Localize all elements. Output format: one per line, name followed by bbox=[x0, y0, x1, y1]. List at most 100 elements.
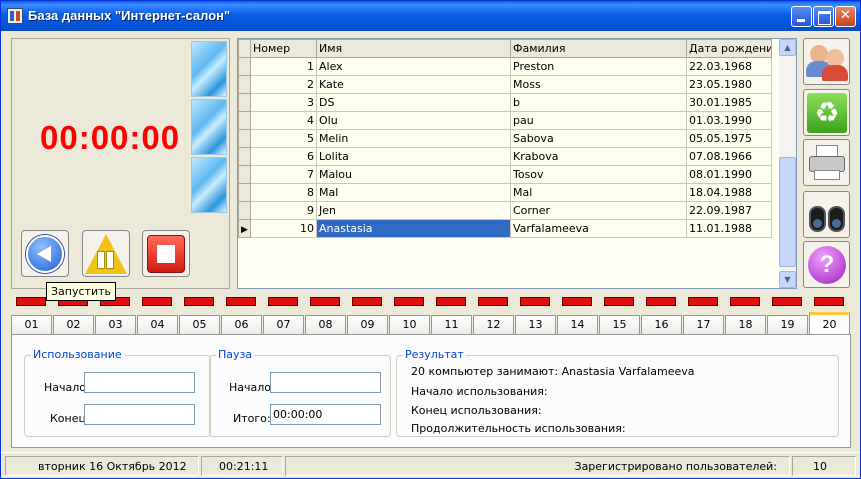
usage-start-field[interactable] bbox=[84, 372, 195, 393]
row-indicator[interactable] bbox=[238, 57, 251, 76]
recycle-button[interactable]: ♻ bbox=[803, 89, 850, 136]
table-row[interactable]: 2 Kate Moss 23.05.1980 bbox=[238, 75, 772, 94]
tab-computer-05[interactable]: 05 bbox=[179, 315, 220, 335]
cell-birth-date[interactable]: 18.04.1988 bbox=[686, 183, 772, 202]
tab-computer-10[interactable]: 10 bbox=[389, 315, 430, 335]
row-indicator[interactable] bbox=[238, 129, 251, 148]
row-indicator[interactable] bbox=[238, 147, 251, 166]
tab-computer-09[interactable]: 09 bbox=[347, 315, 388, 335]
tab-computer-16[interactable]: 16 bbox=[641, 315, 682, 335]
cell-number[interactable]: 5 bbox=[250, 129, 317, 148]
cell-number[interactable]: 9 bbox=[250, 201, 317, 220]
table-row[interactable]: 9 Jen Corner 22.09.1987 bbox=[238, 201, 772, 220]
column-header-first-name[interactable]: Имя bbox=[316, 39, 511, 58]
stop-button[interactable] bbox=[142, 230, 190, 277]
usage-end-field[interactable] bbox=[84, 404, 195, 425]
scroll-down-button[interactable]: ▼ bbox=[779, 271, 796, 288]
cell-number[interactable]: 1 bbox=[250, 57, 317, 76]
minimize-button[interactable] bbox=[791, 6, 812, 27]
help-button[interactable]: ? bbox=[803, 241, 850, 288]
table-row[interactable]: 8 Mal Mal 18.04.1988 bbox=[238, 183, 772, 202]
pause-start-field[interactable] bbox=[270, 372, 381, 393]
cell-number[interactable]: 10 bbox=[250, 219, 317, 238]
cell-birth-date[interactable]: 08.01.1990 bbox=[686, 165, 772, 184]
scroll-up-button[interactable]: ▲ bbox=[779, 39, 796, 56]
table-row[interactable]: 4 Olu pau 01.03.1990 bbox=[238, 111, 772, 130]
row-indicator[interactable] bbox=[238, 93, 251, 112]
cell-last-name[interactable]: pau bbox=[510, 111, 687, 130]
search-button[interactable] bbox=[803, 191, 850, 238]
cell-number[interactable]: 8 bbox=[250, 183, 317, 202]
cell-last-name[interactable]: Varfalameeva bbox=[510, 219, 687, 238]
table-row[interactable]: 1 Alex Preston 22.03.1968 bbox=[238, 57, 772, 76]
cell-birth-date[interactable]: 30.01.1985 bbox=[686, 93, 772, 112]
row-indicator[interactable] bbox=[238, 75, 251, 94]
cell-number[interactable]: 6 bbox=[250, 147, 317, 166]
cell-birth-date[interactable]: 22.03.1968 bbox=[686, 57, 772, 76]
users-button[interactable] bbox=[803, 38, 850, 85]
cell-first-name[interactable]: Anastasia bbox=[316, 219, 511, 238]
tab-computer-15[interactable]: 15 bbox=[599, 315, 640, 335]
tab-computer-18[interactable]: 18 bbox=[725, 315, 766, 335]
column-header-birth-date[interactable]: Дата рождения bbox=[686, 39, 772, 58]
cell-last-name[interactable]: Mal bbox=[510, 183, 687, 202]
cell-first-name[interactable]: Alex bbox=[316, 57, 511, 76]
cell-number[interactable]: 7 bbox=[250, 165, 317, 184]
tab-computer-19[interactable]: 19 bbox=[767, 315, 808, 335]
column-header-number[interactable]: Номер bbox=[250, 39, 317, 58]
cell-first-name[interactable]: Jen bbox=[316, 201, 511, 220]
tab-computer-13[interactable]: 13 bbox=[515, 315, 556, 335]
tab-computer-04[interactable]: 04 bbox=[137, 315, 178, 335]
pause-total-field[interactable] bbox=[270, 404, 381, 425]
cell-number[interactable]: 4 bbox=[250, 111, 317, 130]
cell-first-name[interactable]: Kate bbox=[316, 75, 511, 94]
cell-first-name[interactable]: Melin bbox=[316, 129, 511, 148]
tab-computer-07[interactable]: 07 bbox=[263, 315, 304, 335]
tab-computer-01[interactable]: 01 bbox=[11, 315, 52, 335]
cell-birth-date[interactable]: 07.08.1966 bbox=[686, 147, 772, 166]
cell-birth-date[interactable]: 23.05.1980 bbox=[686, 75, 772, 94]
cell-first-name[interactable]: Olu bbox=[316, 111, 511, 130]
cell-last-name[interactable]: b bbox=[510, 93, 687, 112]
cell-first-name[interactable]: Mal bbox=[316, 183, 511, 202]
tab-computer-12[interactable]: 12 bbox=[473, 315, 514, 335]
tab-computer-02[interactable]: 02 bbox=[53, 315, 94, 335]
table-row[interactable]: 10AnastasiaVarfalameeva11.01.1988 bbox=[238, 219, 772, 238]
cell-number[interactable]: 3 bbox=[250, 93, 317, 112]
cell-last-name[interactable]: Moss bbox=[510, 75, 687, 94]
cell-last-name[interactable]: Sabova bbox=[510, 129, 687, 148]
row-indicator[interactable] bbox=[238, 219, 251, 238]
table-row[interactable]: 5 Melin Sabova 05.05.1975 bbox=[238, 129, 772, 148]
column-header-last-name[interactable]: Фамилия bbox=[510, 39, 687, 58]
cell-first-name[interactable]: Malou bbox=[316, 165, 511, 184]
scroll-thumb[interactable] bbox=[779, 157, 796, 267]
maximize-button[interactable] bbox=[813, 6, 834, 27]
table-row[interactable]: 6 Lolita Krabova 07.08.1966 bbox=[238, 147, 772, 166]
grid-vertical-scrollbar[interactable]: ▲ ▼ bbox=[779, 39, 796, 288]
row-indicator[interactable] bbox=[238, 111, 251, 130]
table-row[interactable]: 3 DS b 30.01.1985 bbox=[238, 93, 772, 112]
tab-computer-14[interactable]: 14 bbox=[557, 315, 598, 335]
row-indicator[interactable] bbox=[238, 183, 251, 202]
cell-number[interactable]: 2 bbox=[250, 75, 317, 94]
tab-computer-17[interactable]: 17 bbox=[683, 315, 724, 335]
title-bar[interactable]: База данных "Интернет-салон" ✕ bbox=[1, 1, 860, 31]
close-button[interactable]: ✕ bbox=[835, 6, 856, 27]
users-grid[interactable]: Номер Имя Фамилия Дата рождения 1 Alex Pre… bbox=[237, 38, 797, 289]
tab-computer-06[interactable]: 06 bbox=[221, 315, 262, 335]
pause-button[interactable] bbox=[82, 230, 130, 277]
cell-last-name[interactable]: Krabova bbox=[510, 147, 687, 166]
cell-first-name[interactable]: DS bbox=[316, 93, 511, 112]
tab-computer-03[interactable]: 03 bbox=[95, 315, 136, 335]
tab-computer-11[interactable]: 11 bbox=[431, 315, 472, 335]
row-indicator[interactable] bbox=[238, 201, 251, 220]
cell-birth-date[interactable]: 05.05.1975 bbox=[686, 129, 772, 148]
cell-birth-date[interactable]: 11.01.1988 bbox=[686, 219, 772, 238]
cell-last-name[interactable]: Preston bbox=[510, 57, 687, 76]
table-row[interactable]: 7 Malou Tosov 08.01.1990 bbox=[238, 165, 772, 184]
row-indicator[interactable] bbox=[238, 165, 251, 184]
cell-last-name[interactable]: Tosov bbox=[510, 165, 687, 184]
tab-computer-08[interactable]: 08 bbox=[305, 315, 346, 335]
cell-birth-date[interactable]: 22.09.1987 bbox=[686, 201, 772, 220]
print-button[interactable] bbox=[803, 139, 850, 186]
